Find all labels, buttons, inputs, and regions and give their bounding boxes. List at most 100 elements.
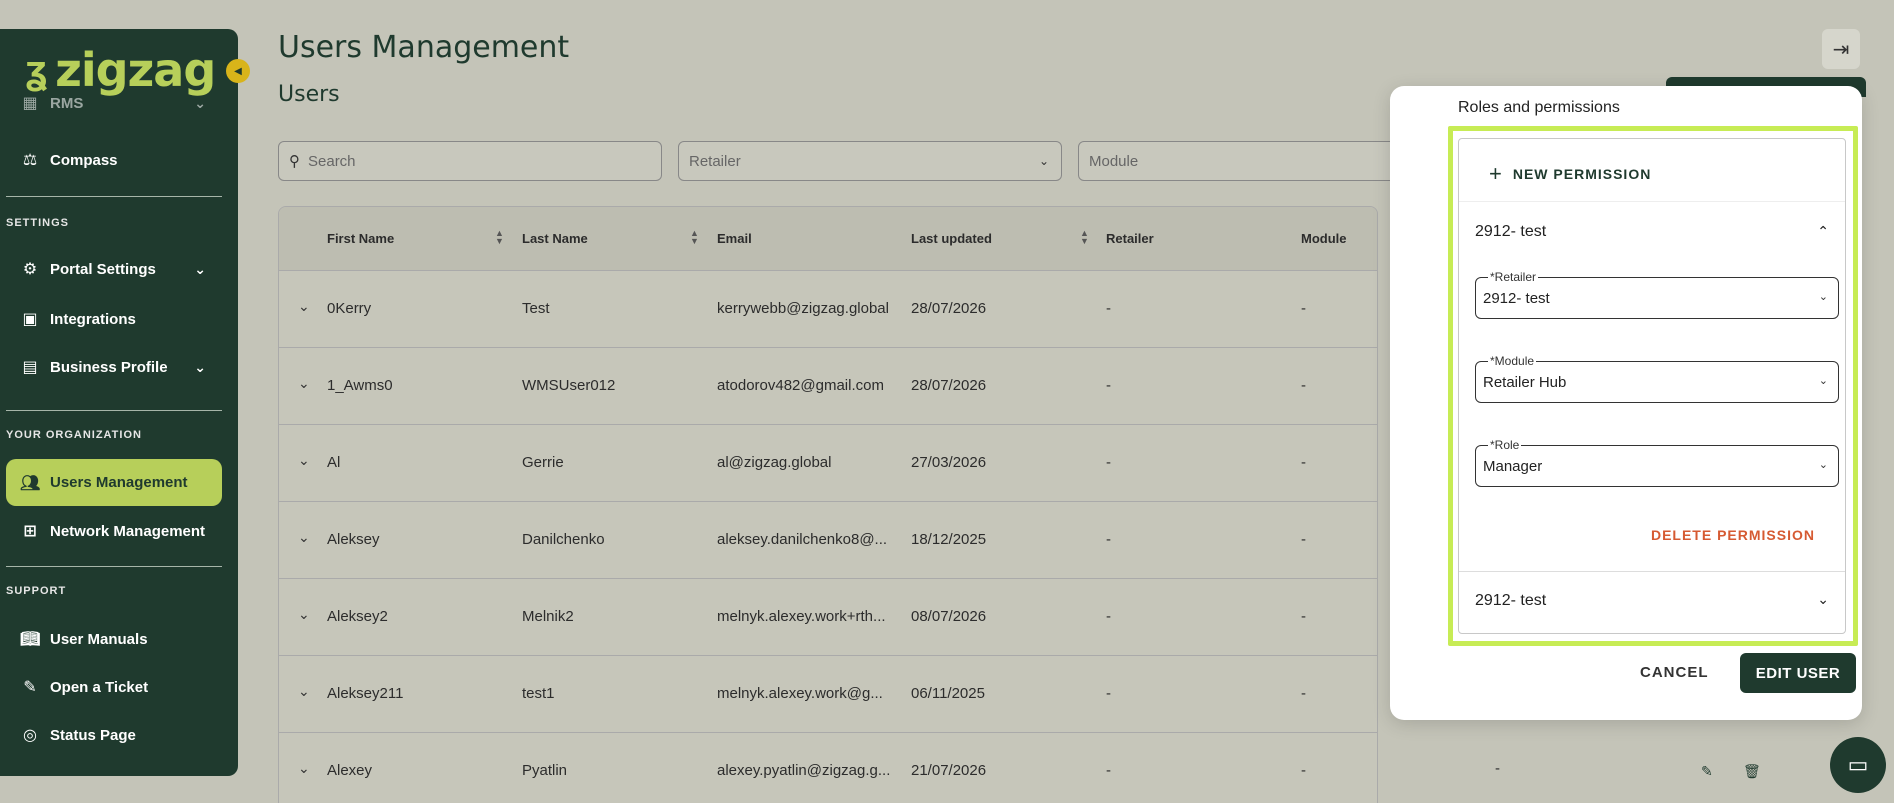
cell-email: alexey.pyatlin@zigzag.g... <box>717 762 891 779</box>
users-table: First Name ▲ ▼ Last Name ▲ ▼ Email Last up… <box>278 206 1378 803</box>
sidebar-item-portal-settings[interactable]: ⚙ Portal Settings ⌄ <box>6 247 222 291</box>
sort-icon[interactable]: ▲ ▼ <box>1080 229 1089 246</box>
cell-email: melnyk.alexey.work@g... <box>717 685 883 702</box>
chevron-up-icon[interactable]: ⌃ <box>1817 223 1829 240</box>
expand-row-icon[interactable]: ⌄ <box>298 529 310 546</box>
chat-button[interactable]: ▭ <box>1830 737 1886 793</box>
collapse-sidebar-button[interactable]: ◀ <box>226 59 250 83</box>
logout-button[interactable]: ⇥ <box>1822 29 1860 69</box>
edit-icon[interactable]: ✎ <box>1701 763 1713 780</box>
table-row[interactable]: ⌄ Aleksey2 Melnik2 melnyk.alexey.work+rt… <box>279 579 1377 656</box>
sort-icon[interactable]: ▲ ▼ <box>495 229 504 246</box>
page-title: Users Management <box>278 30 570 65</box>
table-row[interactable]: ⌄ Alexey Pyatlin alexey.pyatlin@zigzag.g… <box>279 733 1377 803</box>
edit-user-button[interactable]: EDIT USER <box>1740 653 1856 693</box>
cell-retailer: - <box>1106 454 1111 471</box>
column-header-email: Email <box>717 231 752 246</box>
sidebar-item-status-page[interactable]: ◎ Status Page <box>6 713 222 757</box>
delete-permission-button[interactable]: DELETE PERMISSION <box>1651 527 1815 543</box>
cell-last-name: Danilchenko <box>522 531 605 548</box>
new-permission-button[interactable]: + NEW PERMISSION <box>1489 161 1651 187</box>
expand-row-icon[interactable]: ⌄ <box>298 760 310 777</box>
cell-retailer: - <box>1106 685 1111 702</box>
sidebar-item-label: RMS <box>50 94 84 112</box>
expand-row-icon[interactable]: ⌄ <box>298 298 310 315</box>
sidebar-item-user-manuals[interactable]: 📖︎ User Manuals <box>6 617 222 661</box>
column-header-last-name[interactable]: Last Name <box>522 231 588 246</box>
sidebar-divider <box>6 410 222 411</box>
expand-row-icon[interactable]: ⌄ <box>298 375 310 392</box>
sidebar-item-users-management[interactable]: 👥︎ Users Management <box>6 459 222 506</box>
section-title-support: SUPPORT <box>6 585 67 597</box>
delete-icon[interactable]: 🗑︎ <box>1743 763 1761 780</box>
page-subtitle: Users <box>278 82 340 107</box>
sidebar-item-network-management[interactable]: ⊞ Network Management <box>6 509 222 553</box>
table-row[interactable]: ⌄ Aleksey Danilchenko aleksey.danilchenk… <box>279 502 1377 579</box>
expand-row-icon[interactable]: ⌄ <box>298 452 310 469</box>
cell-email: aleksey.danilchenko8@... <box>717 531 888 548</box>
network-icon: ⊞ <box>23 523 37 540</box>
cell-last-updated: 18/12/2025 <box>911 531 987 548</box>
divider <box>1459 571 1845 572</box>
sidebar-item-compass[interactable]: ⚖ Compass <box>6 138 222 182</box>
cell-module: - <box>1301 608 1306 625</box>
module-select[interactable]: *Module Retailer Hub ⌄ <box>1475 354 1839 403</box>
cell-retailer: - <box>1106 608 1111 625</box>
table-row[interactable]: ⌄ Al Gerrie al@zigzag.global 27/03/2026 … <box>279 425 1377 502</box>
sidebar-item-label: Business Profile <box>50 358 168 376</box>
sort-icon[interactable]: ▲ ▼ <box>690 229 699 246</box>
table-row[interactable]: ⌄ 1_Awms0 WMSUser012 atodorov482@gmail.c… <box>279 348 1377 425</box>
cell-module: - <box>1301 377 1306 394</box>
cell-retailer: - <box>1106 531 1111 548</box>
retailer-value: 2912- test <box>1483 290 1550 307</box>
scale-icon: ⚖ <box>22 152 38 169</box>
cell-last-updated: 08/07/2026 <box>911 608 987 625</box>
sidebar-item-rms[interactable]: ▦ RMS ⌄ <box>6 81 222 125</box>
cell-last-updated: 06/11/2025 <box>911 685 985 702</box>
cell-email: melnyk.alexey.work+rth... <box>717 608 886 625</box>
sidebar-item-label: Status Page <box>50 726 136 744</box>
chevron-down-icon: ⌄ <box>194 94 206 111</box>
table-row[interactable]: ⌄ Aleksey211 test1 melnyk.alexey.work@g.… <box>279 656 1377 733</box>
cell-module: - <box>1301 531 1306 548</box>
sidebar-item-business-profile[interactable]: ▤ Business Profile ⌄ <box>6 345 222 389</box>
column-header-first-name[interactable]: First Name <box>327 231 394 246</box>
cell-last-name: Melnik2 <box>522 608 574 625</box>
cell-last-updated: 27/03/2026 <box>911 454 987 471</box>
chevron-left-icon: ◀ <box>234 65 242 77</box>
sidebar-item-label: Network Management <box>50 522 206 540</box>
cell-module: - <box>1301 762 1306 779</box>
permission-title: 2912- test <box>1475 223 1547 240</box>
section-title-organization: YOUR ORGANIZATION <box>6 429 142 441</box>
cell-email: al@zigzag.global <box>717 454 832 471</box>
column-header-retailer: Retailer <box>1106 231 1154 246</box>
integrations-icon: ▣ <box>22 311 38 328</box>
retailer-filter-select[interactable]: Retailer ⌄ <box>678 141 1062 181</box>
sidebar-divider <box>6 196 222 197</box>
role-select[interactable]: *Role Manager ⌄ <box>1475 438 1839 487</box>
sidebar-item-label: Compass <box>50 151 118 169</box>
column-header-last-updated[interactable]: Last updated <box>911 231 992 246</box>
cell-first-name: 0Kerry <box>327 300 372 317</box>
sidebar-item-label: Integrations <box>50 310 136 328</box>
module-filter-select[interactable]: Module <box>1078 141 1398 181</box>
cell-last-name: Test <box>522 300 550 317</box>
sidebar-item-integrations[interactable]: ▣ Integrations <box>6 297 222 341</box>
search-placeholder: Search <box>308 152 356 170</box>
chevron-down-icon[interactable]: ⌄ <box>1817 591 1829 608</box>
chevron-down-icon: ⌄ <box>1818 291 1828 303</box>
cell-last-name: WMSUser012 <box>522 377 616 394</box>
lifebuoy-icon: ◎ <box>23 727 37 744</box>
table-row[interactable]: ⌄ 0Kerry Test kerrywebb@zigzag.global 28… <box>279 271 1377 348</box>
expand-row-icon[interactable]: ⌄ <box>298 606 310 623</box>
section-title-settings: SETTINGS <box>6 217 70 229</box>
cell-module: - <box>1301 685 1306 702</box>
retailer-select[interactable]: *Retailer 2912- test ⌄ <box>1475 270 1839 319</box>
chevron-down-icon: ⌄ <box>194 260 206 277</box>
cell-first-name: Aleksey2 <box>327 608 388 625</box>
cancel-button[interactable]: CANCEL <box>1640 664 1709 681</box>
cell-first-name: 1_Awms0 <box>327 377 393 394</box>
sidebar-item-open-ticket[interactable]: ✎ Open a Ticket <box>6 665 222 709</box>
expand-row-icon[interactable]: ⌄ <box>298 683 310 700</box>
search-input[interactable]: ⚲ Search <box>278 141 662 181</box>
